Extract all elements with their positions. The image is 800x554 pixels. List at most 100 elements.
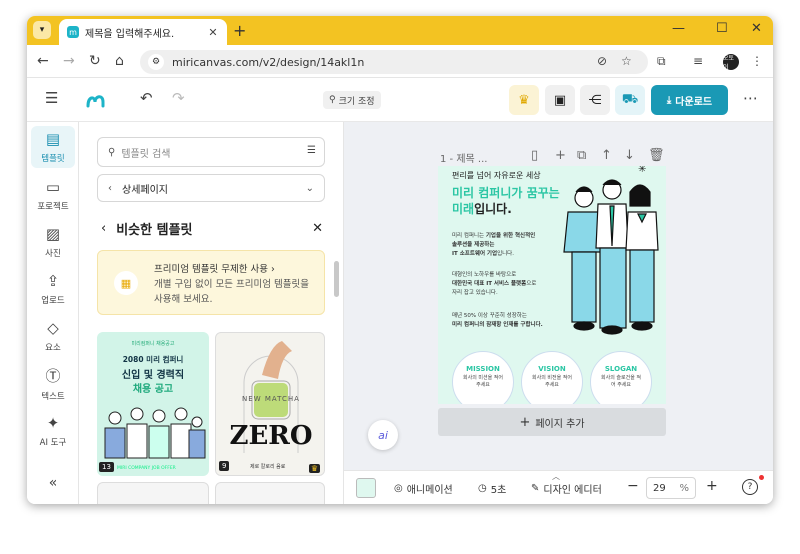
- help-icon[interactable]: ?: [742, 479, 758, 495]
- add-page-icon[interactable]: +: [555, 148, 566, 163]
- chevron-left-icon[interactable]: ‹: [108, 183, 112, 194]
- expand-pages-icon[interactable]: ︿: [552, 471, 568, 481]
- sidebar-item-elements[interactable]: ◇ 요소: [27, 315, 79, 357]
- zoom-value: 29: [653, 482, 666, 494]
- sidebar-item-projects[interactable]: ▭ 포로젝트: [27, 174, 79, 216]
- redo-icon[interactable]: ↷: [172, 89, 185, 107]
- back-icon[interactable]: ←: [37, 53, 49, 69]
- premium-template-icon: ▦: [114, 271, 138, 295]
- chevron-down-icon: ⌄: [305, 182, 314, 194]
- bottom-bar: ︿ ◎ 애니메이션 ◷ 5초 ✎ 디자인 에디터 − 29% + ?: [344, 470, 773, 504]
- delete-icon[interactable]: 🗑: [648, 148, 665, 163]
- template-search-input[interactable]: ⚲ 템플릿 검색 ☰: [97, 137, 325, 167]
- zoom-input[interactable]: 29%: [646, 477, 696, 499]
- add-page-button[interactable]: + 페이지 추가: [438, 408, 666, 436]
- move-down-icon[interactable]: ↓: [624, 148, 635, 163]
- matcha-glass-illustration: [243, 341, 299, 453]
- download-button[interactable]: ⤓ 다운로드: [651, 85, 728, 115]
- panel-scrollbar[interactable]: [334, 261, 339, 297]
- sidebar-item-templates[interactable]: ▤ 템플릿: [31, 126, 75, 168]
- reload-icon[interactable]: ↻: [89, 53, 101, 69]
- tab-search-button[interactable]: ▾: [33, 21, 51, 39]
- promo-description: 개별 구입 없이 모든 프리미엄 템플릿을 사용해 보세요.: [154, 279, 309, 305]
- canvas-area: 1 - 제목 ... ▯ + ⧉ ↑ ↓ 🗑 편리를 넘어 자유로운 세상 미리…: [344, 122, 773, 504]
- zoom-in-button[interactable]: +: [706, 478, 718, 494]
- profile-avatar[interactable]: 오토이: [723, 54, 739, 71]
- maximize-icon[interactable]: ☐: [716, 21, 728, 36]
- duration-button[interactable]: ◷ 5초: [478, 481, 506, 496]
- resize-button[interactable]: ⚲ 크기 조정: [323, 91, 381, 109]
- save-button[interactable]: ▣: [545, 85, 575, 115]
- minimize-icon[interactable]: —: [672, 21, 685, 36]
- template-card[interactable]: 미리컴퍼니 채용공고 2080 미리 컴퍼니 신입 및 경력직 채용 공고 13…: [97, 332, 209, 476]
- sidebar-item-upload[interactable]: ⇪ 업로드: [27, 268, 79, 310]
- collapse-sidebar-icon[interactable]: «: [27, 462, 79, 504]
- zoom-out-button[interactable]: −: [627, 478, 639, 494]
- circle-desc: 회사의 슬로건을 적어 주세요: [601, 375, 641, 388]
- bookmark-star-icon[interactable]: ☆: [621, 54, 632, 68]
- template-card[interactable]: [97, 482, 209, 504]
- premium-promo-banner[interactable]: ▦ 프리미엄 템플릿 무제한 사용 › 개별 구입 없이 모든 프리미엄 템플릿…: [97, 250, 325, 315]
- sparkle-icon: ✳: [638, 166, 647, 175]
- sidebar-item-label: 템플릿: [41, 154, 65, 164]
- sidebar-item-ai-tools[interactable]: ✦ AI 도구: [27, 410, 79, 452]
- design-paragraph-2: 대형인의 노하우를 바탕으로 대한민국 대표 IT 서비스 플랫폼으로 자리 잡고 …: [452, 272, 537, 296]
- design-page[interactable]: 편리를 넘어 자유로운 세상 미리 컴퍼니가 꿈꾸는 미래입니다. 미리 컴퍼니…: [438, 166, 666, 404]
- duplicate-icon[interactable]: ⧉: [577, 148, 586, 163]
- share-icon: ⋲: [588, 92, 602, 108]
- mission-circle: MISSION 회사의 미션을 적어 주세요: [452, 351, 514, 404]
- template-card[interactable]: [215, 482, 325, 504]
- move-up-icon[interactable]: ↑: [601, 148, 612, 163]
- browser-tab[interactable]: m 제목을 입력해주세요. ✕: [59, 19, 227, 45]
- crown-icon: ♛: [518, 92, 530, 108]
- more-options-icon[interactable]: ⋯: [743, 89, 758, 107]
- animation-button[interactable]: ◎ 애니메이션: [394, 481, 453, 496]
- card-ring-text: NEW MATCHA: [242, 395, 300, 403]
- close-tab-icon[interactable]: ✕: [205, 26, 221, 39]
- site-info-icon[interactable]: ⚙: [148, 54, 164, 70]
- close-window-icon[interactable]: ✕: [751, 21, 762, 36]
- ai-assistant-button[interactable]: ai: [368, 420, 398, 450]
- filter-icon[interactable]: ☰: [307, 145, 316, 156]
- search-icon: ⚲: [108, 146, 116, 158]
- new-tab-button[interactable]: +: [233, 21, 246, 40]
- upload-icon: ⇪: [46, 272, 60, 290]
- close-icon[interactable]: ✕: [312, 221, 323, 236]
- hamburger-menu-icon[interactable]: ☰: [45, 89, 58, 107]
- url-field[interactable]: ⚙ miricanvas.com/v2/design/14akl1n: [140, 50, 648, 74]
- download-icon: ⤓: [666, 94, 672, 106]
- extensions-icon[interactable]: ⧉: [657, 54, 666, 69]
- premium-crown-icon: ♛: [308, 464, 320, 473]
- circle-title: SLOGAN: [604, 365, 638, 373]
- background-color-swatch[interactable]: [356, 478, 376, 498]
- plus-icon: +: [519, 414, 531, 430]
- left-sidebar: ▤ 템플릿 ▭ 포로젝트 ▨ 사진 ⇪ 업로드 ◇ 요소 Ⓣ 텍스트 ✦ AI 도구 «: [27, 122, 79, 504]
- promo-title: 프리미엄 템플릿 무제한 사용 ›: [154, 264, 275, 275]
- more-menu-icon[interactable]: ⋮: [751, 54, 763, 68]
- undo-icon[interactable]: ↶: [140, 89, 153, 107]
- home-icon[interactable]: ⌂: [115, 53, 124, 69]
- card-title-line: 2080 미리 컴퍼니: [122, 355, 184, 364]
- category-select[interactable]: ‹ 상세페이지 ⌄: [97, 174, 325, 202]
- template-card[interactable]: NEW MATCHA ZERO 9 제로 칼로리 음료 ♛: [215, 332, 325, 476]
- sidebar-item-text[interactable]: Ⓣ 텍스트: [27, 362, 79, 404]
- editor-toolbar: ☰ ↶ ↷ ⚲ 크기 조정 ♛ ▣ ⋲ ⛟ ⤓ 다운로드 ⋯: [27, 78, 773, 122]
- eye-off-icon[interactable]: ⊘: [597, 54, 607, 68]
- card-footer: MIRI COMPANY JOB OFFER: [117, 466, 176, 471]
- page-title[interactable]: 1 - 제목 ...: [440, 150, 487, 165]
- forward-icon[interactable]: →: [63, 53, 75, 69]
- chevron-down-icon: ▾: [39, 25, 45, 35]
- share-button[interactable]: ⋲: [580, 85, 610, 115]
- download-label: 다운로드: [675, 96, 713, 108]
- photo-icon: ▨: [45, 225, 61, 243]
- add-note-icon[interactable]: ▯: [531, 148, 538, 163]
- sidebar-item-photos[interactable]: ▨ 사진: [27, 221, 79, 263]
- design-editor-button[interactable]: ✎ 디자인 에디터: [531, 481, 602, 496]
- reading-list-icon[interactable]: ≡: [693, 54, 703, 68]
- card-title-line: 채용 공고: [132, 384, 174, 395]
- premium-crown-button[interactable]: ♛: [509, 85, 539, 115]
- design-editor-label: 디자인 에디터: [543, 485, 602, 496]
- back-arrow-icon[interactable]: ‹: [101, 221, 106, 236]
- miricanvas-logo-icon[interactable]: [85, 90, 109, 110]
- cart-button[interactable]: ⛟: [615, 85, 645, 115]
